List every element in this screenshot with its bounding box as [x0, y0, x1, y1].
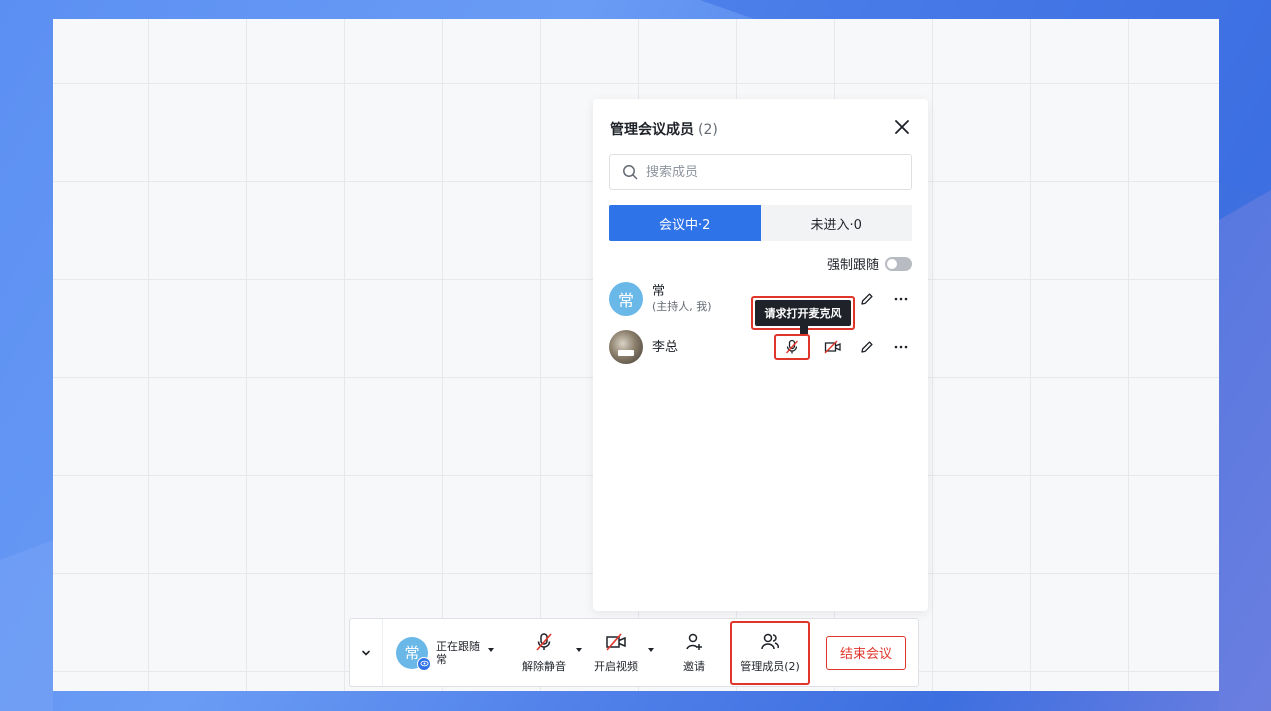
panel-member-count: (2) [698, 122, 718, 138]
member-name: 李总 [652, 339, 679, 355]
force-follow-label: 强制跟随 [826, 258, 879, 273]
tooltip-text: 请求打开麦克风 [755, 300, 851, 326]
list-item: 李总 [609, 329, 912, 365]
edit-icon[interactable] [856, 288, 878, 310]
mic-off-icon [536, 632, 552, 651]
more-icon[interactable] [890, 288, 912, 310]
panel-title: 管理会议成员 (2) [610, 119, 718, 139]
following-name: 常 [436, 652, 447, 666]
following-text: 正在跟随 常 [436, 640, 480, 666]
mic-options-caret[interactable] [576, 647, 582, 652]
video-off-icon[interactable] [822, 336, 844, 358]
invite-label: 邀请 [683, 659, 705, 673]
search-input[interactable] [646, 164, 886, 180]
more-icon[interactable] [890, 336, 912, 358]
member-actions [774, 334, 912, 360]
member-name: 常 [652, 284, 666, 299]
invite-icon [686, 633, 702, 650]
search-icon [623, 165, 638, 180]
video-off-icon [606, 632, 626, 651]
member-actions [856, 288, 912, 310]
tooltip-arrow [800, 326, 808, 334]
eye-icon [417, 656, 431, 671]
mic-off-icon [785, 339, 799, 354]
unmute-label: 解除静音 [522, 659, 566, 673]
start-video-button[interactable]: 开启视频 [588, 623, 644, 683]
video-options-caret[interactable] [648, 647, 654, 652]
avatar [609, 330, 643, 364]
following-status[interactable]: 常 正在跟随 常 [396, 636, 506, 671]
manage-members-label: 管理成员(2) [740, 659, 800, 673]
force-follow-row: 强制跟随 [827, 254, 912, 273]
member-tabs: 会议中·2 未进入·0 [609, 205, 912, 241]
request-mic-tooltip: 请求打开麦克风 [751, 296, 855, 334]
close-icon[interactable] [892, 117, 912, 137]
manage-members-panel: 管理会议成员(2) 会议中·2 未进入·0 强制跟随 常 常 (主持人, 我) [593, 99, 928, 611]
invite-button[interactable]: 邀请 [672, 623, 716, 683]
tab-not-joined[interactable]: 未进入·0 [760, 205, 912, 241]
chevron-down-icon [362, 650, 370, 656]
member-info: 常 (主持人, 我) [652, 284, 712, 314]
following-label: 正在跟随 [436, 639, 480, 653]
avatar: 常 [396, 636, 431, 671]
force-follow-toggle[interactable] [885, 256, 912, 271]
caret-down-icon[interactable] [488, 647, 494, 652]
manage-members-button[interactable]: 管理成员(2) [730, 620, 810, 685]
avatar: 常 [609, 282, 643, 316]
end-meeting-button[interactable]: 结束会议 [826, 635, 906, 670]
request-mic-button[interactable] [774, 334, 810, 360]
unmute-button[interactable]: 解除静音 [516, 623, 572, 683]
meeting-toolbar: 常 正在跟随 常 解除静音 开启视频 邀请 管理成员(2) 结束会议 [349, 618, 919, 687]
members-icon [761, 633, 779, 649]
collapse-button[interactable] [350, 619, 383, 686]
edit-icon[interactable] [856, 336, 878, 358]
video-label: 开启视频 [594, 659, 638, 673]
tab-in-meeting[interactable]: 会议中·2 [609, 205, 761, 241]
member-info: 李总 [652, 340, 678, 355]
search-box[interactable] [609, 154, 912, 190]
member-role: (主持人, 我) [652, 300, 712, 313]
panel-title-text: 管理会议成员 [610, 122, 694, 138]
